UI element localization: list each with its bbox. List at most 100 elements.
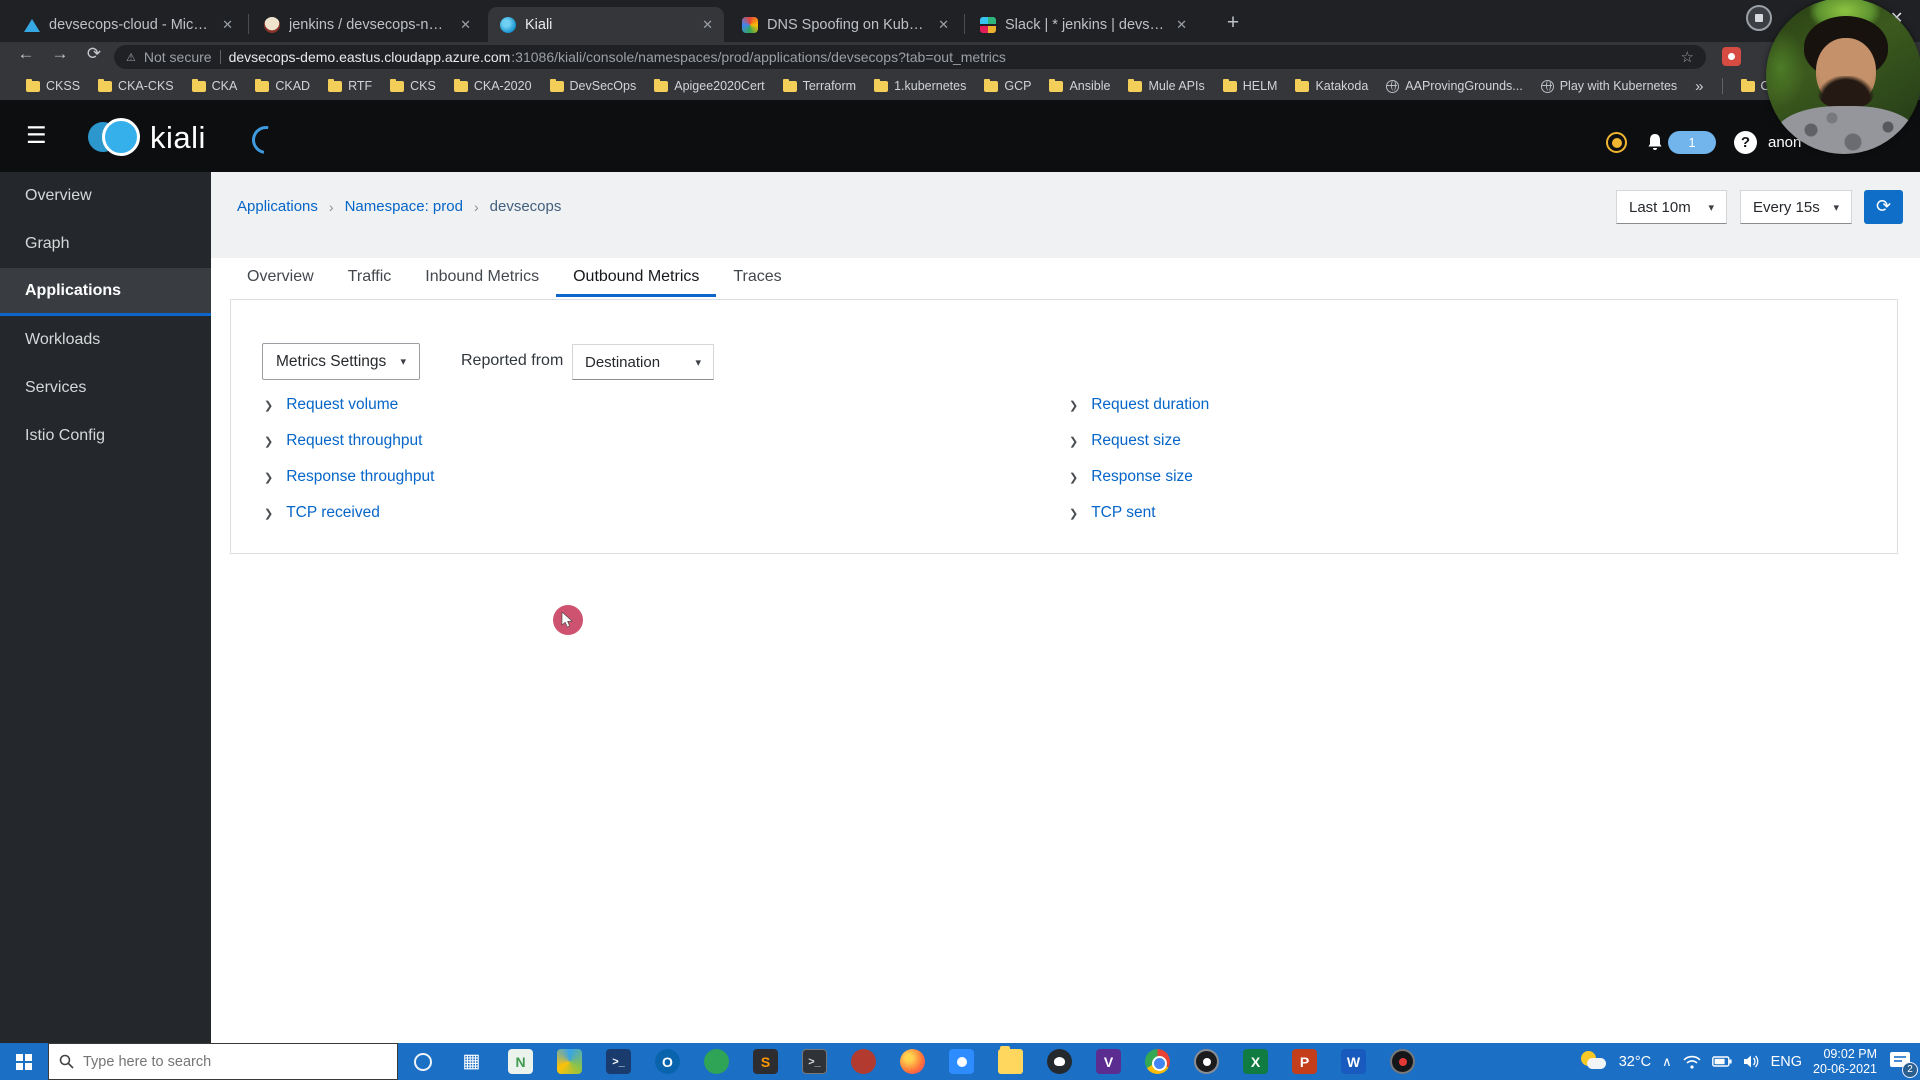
sublime-text-icon[interactable]: S bbox=[741, 1043, 790, 1080]
forward-icon[interactable]: → bbox=[46, 44, 74, 64]
green-app-icon[interactable] bbox=[692, 1043, 741, 1080]
firefox-icon[interactable] bbox=[888, 1043, 937, 1080]
expander-response-size[interactable]: ❯ Response size bbox=[1069, 468, 1193, 486]
outlook-icon[interactable]: O bbox=[643, 1043, 692, 1080]
start-button[interactable] bbox=[0, 1043, 48, 1080]
tab-close-icon[interactable]: ✕ bbox=[935, 17, 952, 33]
expander-request-throughput[interactable]: ❯ Request throughput bbox=[264, 432, 422, 450]
bookmark-item[interactable]: GCP bbox=[984, 78, 1031, 93]
task-view-icon[interactable]: ▦ bbox=[447, 1043, 496, 1080]
bookmark-item[interactable]: Katakoda bbox=[1295, 78, 1368, 93]
bookmark-item[interactable]: CKS bbox=[390, 78, 436, 93]
tab-overview[interactable]: Overview bbox=[230, 258, 331, 297]
hamburger-menu-icon[interactable]: ☰ bbox=[26, 122, 47, 149]
bookmark-item[interactable]: CKSS bbox=[26, 78, 80, 93]
bookmark-item[interactable]: Play with Kubernetes bbox=[1540, 79, 1677, 93]
browser-tab-azure[interactable]: devsecops-cloud - Microsoft Azu ✕ bbox=[12, 7, 244, 42]
bookmark-item[interactable]: Ansible bbox=[1049, 78, 1110, 93]
terminal-icon[interactable]: >_ bbox=[790, 1043, 839, 1080]
search-input[interactable] bbox=[83, 1053, 363, 1070]
duration-dropdown[interactable]: Last 10m ▾ bbox=[1616, 190, 1727, 224]
breadcrumb-namespace[interactable]: Namespace: prod bbox=[345, 198, 463, 215]
browser-tab-kiali-active[interactable]: Kiali ✕ bbox=[488, 7, 724, 42]
bookmarks-overflow-chevron[interactable]: » bbox=[1695, 78, 1703, 95]
bookmark-item[interactable]: CKA bbox=[191, 78, 237, 93]
tab-inbound-metrics[interactable]: Inbound Metrics bbox=[408, 258, 556, 297]
screen-recorder-icon[interactable] bbox=[1378, 1043, 1427, 1080]
tab-traffic[interactable]: Traffic bbox=[331, 258, 409, 297]
temperature[interactable]: 32°C bbox=[1619, 1054, 1651, 1070]
sidebar-item-applications[interactable]: Applications bbox=[0, 268, 211, 316]
chrome-icon[interactable] bbox=[1133, 1043, 1182, 1080]
sidebar-item-services[interactable]: Services bbox=[0, 364, 211, 412]
reporter-dropdown[interactable]: Destination ▾ bbox=[572, 344, 714, 380]
notification-count-badge[interactable]: 1 bbox=[1668, 131, 1716, 154]
mesh-status-icon[interactable] bbox=[1606, 132, 1627, 153]
bookmark-item[interactable]: 1.kubernetes bbox=[874, 78, 966, 93]
bookmark-item[interactable]: CKAD bbox=[255, 78, 310, 93]
browser-tab-dns[interactable]: DNS Spoofing on Kubernetes Clu ✕ bbox=[730, 7, 960, 42]
refresh-button[interactable]: ⟳ bbox=[1864, 190, 1903, 224]
expander-tcp-received[interactable]: ❯ TCP received bbox=[264, 504, 380, 522]
back-icon[interactable]: ← bbox=[12, 44, 40, 64]
bell-icon[interactable] bbox=[1645, 132, 1665, 152]
reload-icon[interactable]: ⟳ bbox=[80, 44, 108, 64]
sidebar-item-workloads[interactable]: Workloads bbox=[0, 316, 211, 364]
taskbar-clock[interactable]: 09:02 PM 20-06-2021 bbox=[1813, 1047, 1877, 1077]
address-bar[interactable]: ⚠ Not secure devsecops-demo.eastus.cloud… bbox=[114, 45, 1706, 69]
media-player-icon[interactable] bbox=[1182, 1043, 1231, 1080]
expander-request-volume[interactable]: ❯ Request volume bbox=[264, 396, 398, 414]
tab-outbound-metrics[interactable]: Outbound Metrics bbox=[556, 258, 716, 297]
tab-close-icon[interactable]: ✕ bbox=[699, 17, 716, 33]
refresh-interval-dropdown[interactable]: Every 15s ▾ bbox=[1740, 190, 1852, 224]
code-app-icon[interactable] bbox=[545, 1043, 594, 1080]
bookmark-item[interactable]: RTF bbox=[328, 78, 372, 93]
weather-icon[interactable] bbox=[1580, 1050, 1608, 1073]
bookmark-item[interactable]: Apigee2020Cert bbox=[654, 78, 765, 93]
battery-icon[interactable] bbox=[1711, 1055, 1732, 1068]
expander-request-size[interactable]: ❯ Request size bbox=[1069, 432, 1181, 450]
speaker-icon[interactable] bbox=[1743, 1054, 1760, 1069]
breadcrumb-applications[interactable]: Applications bbox=[237, 198, 318, 215]
security-chip[interactable]: Not secure bbox=[144, 49, 212, 65]
notepad-icon[interactable]: N bbox=[496, 1043, 545, 1080]
tab-traces[interactable]: Traces bbox=[716, 258, 798, 297]
bookmark-item[interactable]: AAProvingGrounds... bbox=[1386, 79, 1523, 93]
bookmark-item[interactable]: HELM bbox=[1222, 78, 1277, 93]
language-indicator[interactable]: ENG bbox=[1771, 1054, 1802, 1070]
bookmark-item[interactable]: DevSecOps bbox=[549, 78, 636, 93]
expander-tcp-sent[interactable]: ❯ TCP sent bbox=[1069, 504, 1156, 522]
cortana-icon[interactable] bbox=[398, 1043, 447, 1080]
taskbar-search[interactable] bbox=[48, 1043, 398, 1080]
tab-close-icon[interactable]: ✕ bbox=[219, 17, 236, 33]
bookmark-star-icon[interactable]: ☆ bbox=[1681, 48, 1694, 66]
browser-tab-slack[interactable]: Slack | * jenkins | devsecops-k8s ✕ bbox=[968, 7, 1198, 42]
github-icon[interactable] bbox=[1035, 1043, 1084, 1080]
bookmark-item[interactable]: CKA-2020 bbox=[453, 78, 532, 93]
help-icon[interactable]: ? bbox=[1734, 131, 1757, 154]
expander-request-duration[interactable]: ❯ Request duration bbox=[1069, 396, 1209, 414]
word-icon[interactable]: W bbox=[1329, 1043, 1378, 1080]
excel-icon[interactable]: X bbox=[1231, 1043, 1280, 1080]
red-app-icon[interactable] bbox=[839, 1043, 888, 1080]
extension-icon[interactable] bbox=[1722, 47, 1741, 66]
sidebar-item-graph[interactable]: Graph bbox=[0, 220, 211, 268]
new-tab-button[interactable]: + bbox=[1218, 9, 1248, 39]
metrics-settings-dropdown[interactable]: Metrics Settings ▾ bbox=[262, 343, 420, 380]
tab-close-icon[interactable]: ✕ bbox=[1173, 17, 1190, 33]
powershell-icon[interactable]: >_ bbox=[594, 1043, 643, 1080]
sidebar-item-istio-config[interactable]: Istio Config bbox=[0, 412, 211, 460]
visual-studio-icon[interactable]: V bbox=[1084, 1043, 1133, 1080]
powerpoint-icon[interactable]: P bbox=[1280, 1043, 1329, 1080]
camera-app-icon[interactable] bbox=[937, 1043, 986, 1080]
tab-close-icon[interactable]: ✕ bbox=[457, 17, 474, 33]
sidebar-item-overview[interactable]: Overview bbox=[0, 172, 211, 220]
bookmark-item[interactable]: Mule APIs bbox=[1128, 78, 1205, 93]
file-explorer-icon[interactable] bbox=[986, 1043, 1035, 1080]
tray-chevron-up-icon[interactable]: ∧ bbox=[1662, 1054, 1672, 1070]
browser-tab-jenkins[interactable]: jenkins / devsecops-numeric-app ✕ bbox=[252, 7, 482, 42]
bookmark-item[interactable]: Terraform bbox=[782, 78, 856, 93]
wifi-icon[interactable] bbox=[1683, 1055, 1701, 1069]
bookmark-item[interactable]: CKA-CKS bbox=[98, 78, 174, 93]
expander-response-throughput[interactable]: ❯ Response throughput bbox=[264, 468, 434, 486]
